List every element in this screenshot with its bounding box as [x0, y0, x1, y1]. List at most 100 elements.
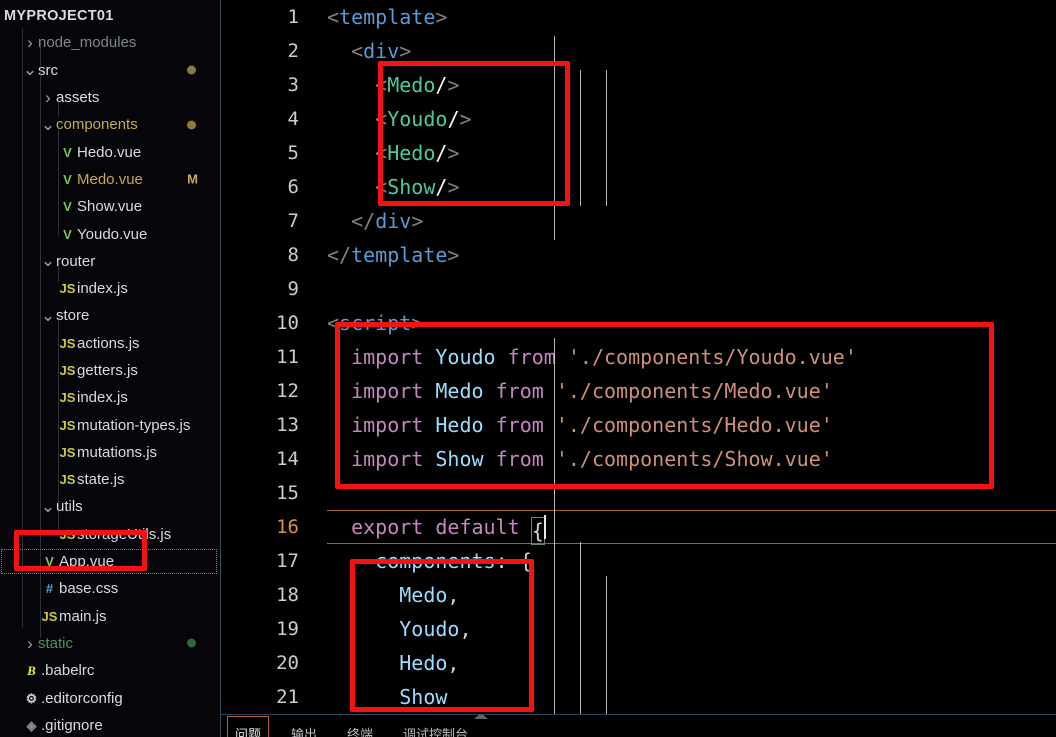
vue-icon: V	[63, 199, 72, 215]
tree-item-node-modules[interactable]: › node_modules	[0, 29, 220, 56]
code-line[interactable]: 14 import Show from './components/Show.v…	[221, 442, 1056, 476]
code-line[interactable]: 4 <Youdo/>	[221, 102, 1056, 136]
tree-item--gitignore[interactable]: ◈ .gitignore	[0, 712, 220, 737]
tree-item-label: index.js	[77, 280, 128, 298]
code-line[interactable]: 20 Hedo,	[221, 646, 1056, 680]
code-line[interactable]: 16 export default {	[221, 510, 1056, 545]
code-token: from	[495, 379, 544, 403]
panel-tab-item[interactable]: 调试控制台	[403, 724, 468, 737]
code-line[interactable]: 10 <script>	[221, 306, 1056, 340]
tree-item-base-css[interactable]: # base.css	[0, 575, 220, 602]
tree-item-hedo-vue[interactable]: V Hedo.vue	[0, 138, 220, 165]
code-line[interactable]: 9	[221, 272, 1056, 306]
explorer-sidebar[interactable]: MYPROJECT01 › node_modules ⌄ src › assets ⌄ comp…	[0, 0, 221, 737]
gear-icon: ⚙	[25, 690, 38, 706]
code-line[interactable]: 6 <Show/>	[221, 170, 1056, 204]
code-line[interactable]: 19 Youdo,	[221, 612, 1056, 646]
panel-tab-item[interactable]: 终端	[347, 724, 373, 737]
tree-item-components[interactable]: ⌄ components	[0, 111, 220, 138]
tree-item-router[interactable]: ⌄ router	[0, 248, 220, 275]
code-line[interactable]: 1 <template>	[221, 0, 1056, 34]
code-editor[interactable]: 1 <template> 2 <div> 3 <Medo/> 4 <Youdo/> 5 <…	[221, 0, 1056, 737]
tree-item-getters-js[interactable]: JS getters.js	[0, 357, 220, 384]
code-token: {	[519, 549, 532, 573]
panel-tab-list[interactable]: 问题 输出 终端 调试控制台	[226, 716, 468, 737]
tree-item-actions-js[interactable]: JS actions.js	[0, 330, 220, 357]
tree-item-state-js[interactable]: JS state.js	[0, 466, 220, 493]
code-line[interactable]: 2 <div>	[221, 34, 1056, 68]
code-line[interactable]: 11 import Youdo from './components/Youdo…	[221, 340, 1056, 374]
code-token: Hedo	[387, 141, 436, 165]
code-token: >	[459, 107, 472, 131]
panel-tab-active[interactable]: 问题	[226, 716, 270, 737]
code-line[interactable]: 21 Show	[221, 680, 1056, 714]
tree-root-myproject01[interactable]: MYPROJECT01	[0, 2, 220, 29]
tree-item--babelrc[interactable]: B .babelrc	[0, 657, 220, 684]
tree-item-label: Medo.vue	[77, 170, 143, 188]
code-token: <	[351, 209, 364, 233]
tree-item-main-js[interactable]: JS main.js	[0, 603, 220, 630]
code-token: Hedo	[435, 413, 484, 437]
code-token: /	[339, 243, 352, 267]
line-number: 3	[287, 74, 299, 96]
line-number: 15	[276, 482, 299, 504]
code-token: './components/Youdo.vue'	[567, 345, 857, 369]
code-lines[interactable]: 1 <template> 2 <div> 3 <Medo/> 4 <Youdo/> 5 <…	[221, 0, 1056, 714]
line-number: 2	[287, 40, 299, 62]
code-line[interactable]: 13 import Hedo from './components/Hedo.v…	[221, 408, 1056, 442]
tree-item-store[interactable]: ⌄ store	[0, 302, 220, 329]
code-line[interactable]: 5 <Hedo/>	[221, 136, 1056, 170]
code-line[interactable]: 18 Medo,	[221, 578, 1056, 612]
tree-item-static[interactable]: › static	[0, 630, 220, 657]
line-text: <Hedo/>	[327, 136, 1056, 170]
code-token: <	[351, 39, 364, 63]
file-tree[interactable]: MYPROJECT01 › node_modules ⌄ src › assets ⌄ comp…	[0, 0, 220, 737]
line-number: 8	[287, 244, 299, 266]
line-number: 20	[276, 652, 299, 674]
code-line[interactable]: 12 import Medo from './components/Medo.v…	[221, 374, 1056, 408]
tree-item-youdo-vue[interactable]: V Youdo.vue	[0, 220, 220, 247]
code-line[interactable]: 17 components: {	[221, 544, 1056, 578]
tree-item-mutation-types-js[interactable]: JS mutation-types.js	[0, 411, 220, 438]
code-line[interactable]: 15	[221, 476, 1056, 510]
bottom-panel[interactable]: 问题 输出 终端 调试控制台	[221, 715, 1056, 737]
tree-item-label: base.css	[59, 580, 119, 598]
line-number: 1	[287, 6, 299, 28]
js-icon: JS	[59, 417, 76, 433]
code-token: Show	[399, 685, 448, 709]
tree-item-index-js[interactable]: JS index.js	[0, 275, 220, 302]
tree-item-medo-vue[interactable]: V Medo.vue M	[0, 166, 220, 193]
js-icon: JS	[59, 472, 76, 488]
indent-guide	[40, 42, 41, 638]
line-number: 13	[276, 414, 299, 436]
git-icon: ◈	[26, 717, 37, 733]
code-token: import	[351, 379, 424, 403]
code-line[interactable]: 8 </template>	[221, 238, 1056, 272]
code-line[interactable]: 3 <Medo/>	[221, 68, 1056, 102]
code-token: <	[375, 107, 388, 131]
code-line[interactable]: 7 </div>	[221, 204, 1056, 238]
code-token: Youdo	[387, 107, 448, 131]
line-text: import Show from './components/Show.vue'	[327, 442, 1056, 476]
code-token: >	[447, 243, 460, 267]
tree-item-show-vue[interactable]: V Show.vue	[0, 193, 220, 220]
code-token: >	[399, 39, 412, 63]
tree-item--editorconfig[interactable]: ⚙ .editorconfig	[0, 684, 220, 711]
tree-item-assets[interactable]: › assets	[0, 84, 220, 111]
code-token: import	[351, 413, 424, 437]
tree-item-app-vue[interactable]: V App.vue	[0, 548, 220, 575]
tree-item-src[interactable]: ⌄ src	[0, 57, 220, 84]
tree-item-mutations-js[interactable]: JS mutations.js	[0, 439, 220, 466]
panel-tab-item[interactable]: 输出	[291, 724, 317, 737]
line-text: <script>	[327, 306, 1056, 340]
line-number: 9	[287, 278, 299, 300]
tree-item-index-js[interactable]: JS index.js	[0, 384, 220, 411]
tree-item-storageutils-js[interactable]: JS storageUtils.js	[0, 521, 220, 548]
line-text: </div>	[327, 204, 1056, 238]
tree-item-utils[interactable]: ⌄ utils	[0, 493, 220, 520]
